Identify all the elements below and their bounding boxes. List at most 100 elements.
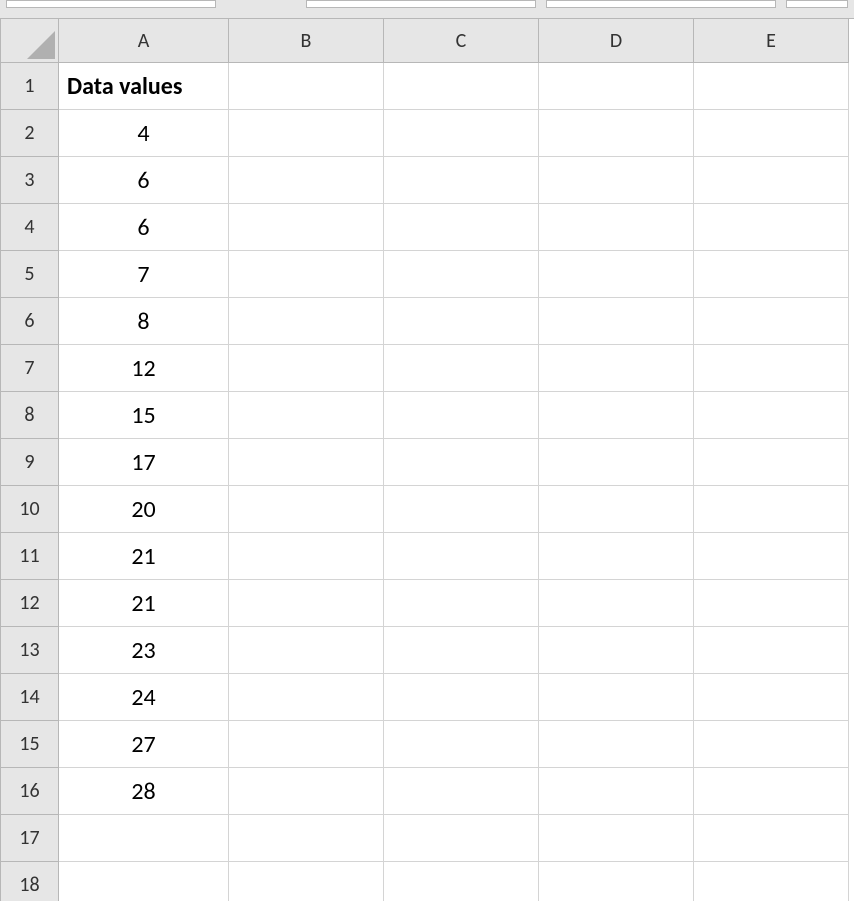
row-header-17[interactable]: 17 bbox=[1, 815, 59, 862]
cell-D5[interactable] bbox=[539, 251, 694, 298]
cell-D9[interactable] bbox=[539, 439, 694, 486]
row-header-1[interactable]: 1 bbox=[1, 63, 59, 110]
cell-B7[interactable] bbox=[229, 345, 384, 392]
cell-A17[interactable] bbox=[59, 815, 229, 862]
cell-B1[interactable] bbox=[229, 63, 384, 110]
row-header-16[interactable]: 16 bbox=[1, 768, 59, 815]
cell-A7[interactable]: 12 bbox=[59, 345, 229, 392]
cell-E15[interactable] bbox=[694, 721, 849, 768]
cell-E14[interactable] bbox=[694, 674, 849, 721]
cell-E9[interactable] bbox=[694, 439, 849, 486]
row-header-4[interactable]: 4 bbox=[1, 204, 59, 251]
cell-B10[interactable] bbox=[229, 486, 384, 533]
row-header-9[interactable]: 9 bbox=[1, 439, 59, 486]
cell-B5[interactable] bbox=[229, 251, 384, 298]
cell-A11[interactable]: 21 bbox=[59, 533, 229, 580]
cell-B3[interactable] bbox=[229, 157, 384, 204]
select-all-corner[interactable] bbox=[1, 19, 59, 63]
cell-B18[interactable] bbox=[229, 862, 384, 901]
cell-D7[interactable] bbox=[539, 345, 694, 392]
cell-A10[interactable]: 20 bbox=[59, 486, 229, 533]
column-header-C[interactable]: C bbox=[384, 19, 539, 63]
row-header-7[interactable]: 7 bbox=[1, 345, 59, 392]
cell-D17[interactable] bbox=[539, 815, 694, 862]
cell-D11[interactable] bbox=[539, 533, 694, 580]
cell-C8[interactable] bbox=[384, 392, 539, 439]
cell-E5[interactable] bbox=[694, 251, 849, 298]
cell-D10[interactable] bbox=[539, 486, 694, 533]
cell-C14[interactable] bbox=[384, 674, 539, 721]
cell-E4[interactable] bbox=[694, 204, 849, 251]
column-header-D[interactable]: D bbox=[539, 19, 694, 63]
cell-C4[interactable] bbox=[384, 204, 539, 251]
column-header-E[interactable]: E bbox=[694, 19, 849, 63]
cell-E6[interactable] bbox=[694, 298, 849, 345]
formula-box-segment-1[interactable] bbox=[306, 0, 536, 8]
formula-box-segment-2[interactable] bbox=[546, 0, 776, 8]
cell-E13[interactable] bbox=[694, 627, 849, 674]
cell-D16[interactable] bbox=[539, 768, 694, 815]
cell-D6[interactable] bbox=[539, 298, 694, 345]
cell-E3[interactable] bbox=[694, 157, 849, 204]
cell-A13[interactable]: 23 bbox=[59, 627, 229, 674]
cell-B16[interactable] bbox=[229, 768, 384, 815]
spreadsheet-grid[interactable]: A B C D E 1 Data values 2 4 3 6 4 6 bbox=[0, 18, 854, 901]
name-box[interactable] bbox=[6, 0, 216, 8]
cell-C1[interactable] bbox=[384, 63, 539, 110]
cell-C7[interactable] bbox=[384, 345, 539, 392]
cell-E16[interactable] bbox=[694, 768, 849, 815]
cell-B11[interactable] bbox=[229, 533, 384, 580]
row-header-13[interactable]: 13 bbox=[1, 627, 59, 674]
cell-A15[interactable]: 27 bbox=[59, 721, 229, 768]
cell-B8[interactable] bbox=[229, 392, 384, 439]
cell-E12[interactable] bbox=[694, 580, 849, 627]
cell-A12[interactable]: 21 bbox=[59, 580, 229, 627]
cell-B9[interactable] bbox=[229, 439, 384, 486]
cell-A9[interactable]: 17 bbox=[59, 439, 229, 486]
cell-D14[interactable] bbox=[539, 674, 694, 721]
cell-B17[interactable] bbox=[229, 815, 384, 862]
cell-C5[interactable] bbox=[384, 251, 539, 298]
column-header-A[interactable]: A bbox=[59, 19, 229, 63]
cell-E11[interactable] bbox=[694, 533, 849, 580]
cell-D15[interactable] bbox=[539, 721, 694, 768]
column-header-B[interactable]: B bbox=[229, 19, 384, 63]
cell-E18[interactable] bbox=[694, 862, 849, 901]
cell-E1[interactable] bbox=[694, 63, 849, 110]
cell-A8[interactable]: 15 bbox=[59, 392, 229, 439]
cell-E10[interactable] bbox=[694, 486, 849, 533]
cell-C16[interactable] bbox=[384, 768, 539, 815]
cell-C10[interactable] bbox=[384, 486, 539, 533]
row-header-8[interactable]: 8 bbox=[1, 392, 59, 439]
cell-A14[interactable]: 24 bbox=[59, 674, 229, 721]
cell-B15[interactable] bbox=[229, 721, 384, 768]
cell-B4[interactable] bbox=[229, 204, 384, 251]
cell-A18[interactable] bbox=[59, 862, 229, 901]
cell-A6[interactable]: 8 bbox=[59, 298, 229, 345]
cell-D12[interactable] bbox=[539, 580, 694, 627]
row-header-10[interactable]: 10 bbox=[1, 486, 59, 533]
cell-D4[interactable] bbox=[539, 204, 694, 251]
cell-E7[interactable] bbox=[694, 345, 849, 392]
cell-B12[interactable] bbox=[229, 580, 384, 627]
cell-D13[interactable] bbox=[539, 627, 694, 674]
cell-C15[interactable] bbox=[384, 721, 539, 768]
cell-C12[interactable] bbox=[384, 580, 539, 627]
row-header-5[interactable]: 5 bbox=[1, 251, 59, 298]
cell-C6[interactable] bbox=[384, 298, 539, 345]
row-header-2[interactable]: 2 bbox=[1, 110, 59, 157]
cell-D18[interactable] bbox=[539, 862, 694, 901]
cell-A5[interactable]: 7 bbox=[59, 251, 229, 298]
cell-A2[interactable]: 4 bbox=[59, 110, 229, 157]
row-header-18[interactable]: 18 bbox=[1, 862, 59, 901]
cell-A1[interactable]: Data values bbox=[59, 63, 229, 110]
cell-A3[interactable]: 6 bbox=[59, 157, 229, 204]
row-header-15[interactable]: 15 bbox=[1, 721, 59, 768]
cell-C9[interactable] bbox=[384, 439, 539, 486]
cell-A16[interactable]: 28 bbox=[59, 768, 229, 815]
cell-C13[interactable] bbox=[384, 627, 539, 674]
cell-C2[interactable] bbox=[384, 110, 539, 157]
cell-C11[interactable] bbox=[384, 533, 539, 580]
cell-D2[interactable] bbox=[539, 110, 694, 157]
cell-C18[interactable] bbox=[384, 862, 539, 901]
